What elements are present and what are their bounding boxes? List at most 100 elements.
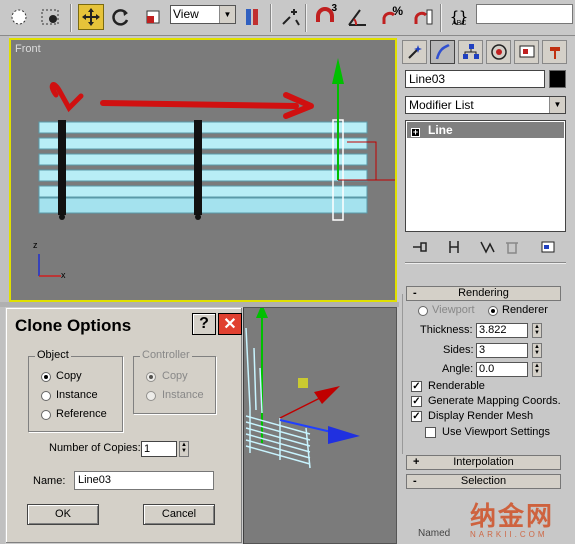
thickness-spinner[interactable]: ▲ ▼ <box>532 323 542 338</box>
object-group-title: Object <box>35 349 71 361</box>
angle-label: Angle: <box>442 363 474 375</box>
modify-tab-icon[interactable] <box>430 40 455 64</box>
display-render-mesh-checkbox[interactable]: ✓ <box>411 411 422 422</box>
select-region-icon[interactable] <box>38 4 64 30</box>
use-viewport-settings-label: Use Viewport Settings <box>442 426 551 438</box>
gizmo-z-arrowhead <box>328 426 360 444</box>
dialog-title-bar[interactable]: Clone Options ? ✕ <box>9 311 242 337</box>
remove-modifier-icon[interactable] <box>502 238 522 256</box>
rotate-icon[interactable] <box>108 4 134 30</box>
percent-snap-icon[interactable]: % <box>378 4 404 30</box>
snap-3d-label: 3 <box>331 3 337 14</box>
percent-snap-label: % <box>392 4 403 18</box>
make-unique-icon[interactable] <box>478 238 498 256</box>
angle-input[interactable]: 0.0 <box>476 362 528 377</box>
utilities-tab-icon[interactable] <box>542 40 567 64</box>
configure-modifier-sets-icon[interactable] <box>538 238 558 256</box>
copies-spinner[interactable]: ▲ ▼ <box>179 441 189 457</box>
spinner-snap-icon[interactable] <box>410 4 436 30</box>
front-viewport[interactable]: Front z x <box>9 38 397 302</box>
object-name-input[interactable]: Line03 <box>405 70 545 88</box>
panel-separator <box>405 262 566 264</box>
copies-label: Number of Copies: <box>49 442 141 454</box>
controller-copy-radio[interactable] <box>146 372 156 382</box>
named-selection-input[interactable] <box>476 4 573 24</box>
viewport-radio[interactable] <box>418 306 428 316</box>
named-selection-icon[interactable]: {} ABC <box>446 4 472 30</box>
angle-snap-icon[interactable] <box>345 4 371 30</box>
gizmo-x-arrowhead <box>314 386 340 404</box>
create-tab-icon[interactable] <box>402 40 427 64</box>
object-reference-radio[interactable] <box>41 410 51 420</box>
bench-wireframe <box>245 327 311 469</box>
display-tab-icon[interactable] <box>514 40 539 64</box>
chevron-down-icon: ▼ <box>219 6 235 23</box>
modifier-stack-item[interactable]: + Line <box>407 122 564 138</box>
hierarchy-tab-icon[interactable] <box>458 40 483 64</box>
controller-instance-radio[interactable] <box>146 391 156 401</box>
snap-3d-icon[interactable]: 3 <box>312 3 338 30</box>
controller-group: Controller <box>133 349 216 414</box>
pin-stack-icon[interactable] <box>410 238 430 256</box>
help-button[interactable]: ? <box>192 313 216 335</box>
object-instance-radio[interactable] <box>41 391 51 401</box>
gizmo-y-arrowhead <box>256 308 268 318</box>
selection-rollout-header[interactable]: - Selection <box>406 474 561 489</box>
controller-copy-label: Copy <box>162 370 188 382</box>
axis-tripod <box>38 254 61 277</box>
named-selection-cut-label: Named <box>418 528 451 539</box>
controller-instance-label: Instance <box>162 389 204 401</box>
axis-z-label: z <box>33 240 38 250</box>
ok-button[interactable]: OK <box>27 504 99 525</box>
selection-lock-icon[interactable] <box>278 4 304 30</box>
scale-icon[interactable] <box>140 4 166 30</box>
renderer-radio[interactable] <box>488 306 498 316</box>
sides-input[interactable]: 3 <box>476 343 528 358</box>
use-viewport-settings-checkbox[interactable] <box>425 427 436 438</box>
motion-tab-icon[interactable] <box>486 40 511 64</box>
thickness-label: Thickness: <box>420 324 473 336</box>
renderer-radio-label: Renderer <box>502 304 548 316</box>
pivot-icon[interactable] <box>240 4 266 30</box>
thickness-input[interactable]: 3.822 <box>476 323 528 338</box>
clone-name-input[interactable]: Line03 <box>74 471 214 490</box>
watermark-logo: 纳金网 <box>470 502 555 532</box>
copies-input[interactable]: 1 <box>141 441 177 457</box>
object-reference-label: Reference <box>56 408 107 420</box>
modifier-stack[interactable]: + Line <box>405 120 566 232</box>
annotation-check-mark <box>49 82 84 113</box>
toolbar-separator <box>70 4 72 32</box>
controller-group-title: Controller <box>140 349 192 361</box>
move-icon[interactable] <box>78 4 104 30</box>
dialog-title: Clone Options <box>15 316 132 335</box>
chevron-down-icon: ▼ <box>549 97 565 113</box>
renderable-checkbox[interactable]: ✓ <box>411 381 422 392</box>
bench-slats <box>38 121 368 214</box>
expand-icon[interactable]: + <box>411 128 420 137</box>
sides-spinner[interactable]: ▲ ▼ <box>532 343 542 358</box>
reference-coord-select[interactable]: View ▼ <box>170 5 236 24</box>
generate-mapping-label: Generate Mapping Coords. <box>428 395 561 407</box>
toolbar-separator <box>305 4 307 32</box>
object-instance-label: Instance <box>56 389 98 401</box>
rollout-title: Interpolation <box>453 456 514 468</box>
show-end-result-icon[interactable] <box>444 238 464 256</box>
name-label: Name: <box>33 475 66 487</box>
interpolation-rollout-header[interactable]: + Interpolation <box>406 455 561 470</box>
modifier-list-select[interactable]: Modifier List ▼ <box>405 96 566 114</box>
main-toolbar: View ▼ 3 % {} ABC <box>0 0 575 36</box>
watermark-subtext: NARKII.COM <box>470 530 548 539</box>
close-button[interactable]: ✕ <box>218 313 242 335</box>
angle-spinner[interactable]: ▲ ▼ <box>532 362 542 377</box>
sides-label: Sides: <box>443 344 474 356</box>
viewport-radio-label: Viewport <box>432 304 475 316</box>
named-selection-abc: ABC <box>452 20 467 27</box>
reference-coord-value: View <box>173 7 199 21</box>
cancel-button[interactable]: Cancel <box>143 504 215 525</box>
object-color-swatch[interactable] <box>549 70 566 88</box>
generate-mapping-checkbox[interactable]: ✓ <box>411 396 422 407</box>
modifier-list-label: Modifier List <box>409 98 474 112</box>
rollout-title: Selection <box>460 475 507 487</box>
select-icon[interactable] <box>6 4 32 30</box>
object-copy-radio[interactable] <box>41 372 51 382</box>
